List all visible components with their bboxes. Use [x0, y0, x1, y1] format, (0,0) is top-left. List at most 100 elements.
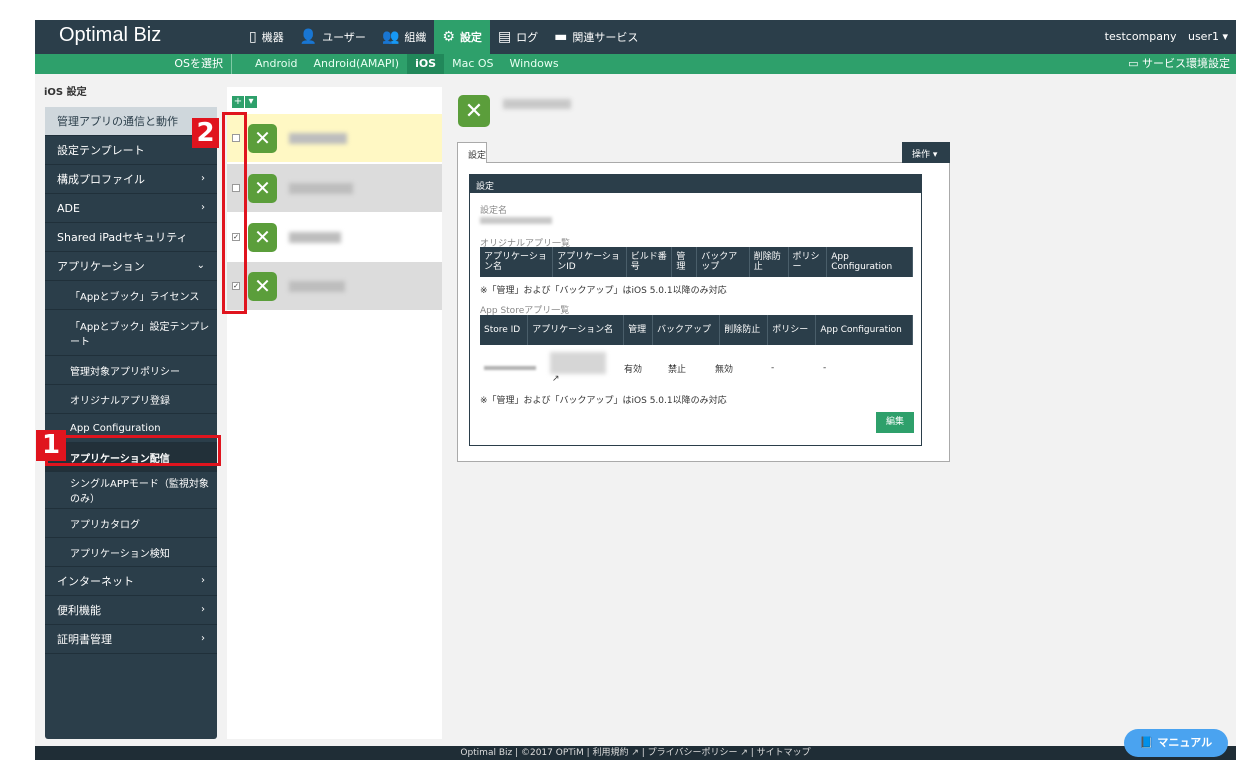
nav-item-4[interactable]: ▤ ログ	[490, 20, 546, 54]
main-nav: ▯ 機器 👤 ユーザー 👥 組織 ⚙ 設定 ▤ ログ ▬ 関連サービス	[241, 20, 646, 54]
os-select-label: OSを選択	[35, 54, 232, 74]
column-header: 削除防止	[719, 315, 769, 345]
nav-label: 関連サービス	[572, 31, 639, 44]
folder-icon: ▬	[554, 29, 568, 45]
column-header: 削除防止	[749, 247, 789, 277]
sidebar-subitem-12[interactable]: シングルAPPモード（監視対象のみ）	[45, 472, 217, 509]
page-title: iOS 設定	[44, 87, 87, 98]
policy-cell: -	[771, 363, 775, 373]
settings-sidebar: 管理アプリの通信と動作 設定テンプレート構成プロファイル › ADE › Shared i…	[45, 107, 217, 739]
settings-tool-icon: ✕	[458, 95, 490, 127]
original-apps-table: アプリケーション名 アプリケーションID ビルド番号 管理 バックアップ 削除防止 ポリシー…	[480, 247, 913, 277]
edit-button[interactable]: 編集	[876, 412, 914, 433]
column-header: ポリシー	[767, 315, 817, 345]
sidebar-subitem-13[interactable]: アプリカタログ	[45, 509, 217, 538]
annotation-box-2	[222, 112, 247, 314]
user-name[interactable]: user1 ▾	[1188, 30, 1228, 43]
service-settings-link[interactable]: ▭ サービス環境設定	[1128, 54, 1230, 74]
tab-settings[interactable]: 設定	[457, 142, 487, 163]
add-button[interactable]: +	[232, 96, 244, 108]
nav-item-1[interactable]: 👤 ユーザー	[292, 20, 374, 54]
setting-name-value	[480, 217, 552, 224]
column-header: Store ID	[480, 315, 529, 345]
column-header: アプリケーションID	[552, 247, 627, 277]
os-tab-2[interactable]: iOS	[407, 54, 445, 74]
brand-logo[interactable]: Optimal Biz	[59, 24, 161, 47]
app-config-cell: -	[823, 363, 827, 373]
nav-label: 機器	[261, 31, 284, 44]
operations-button[interactable]: 操作 ▾	[902, 142, 950, 163]
sidebar-item-5[interactable]: アプリケーション ⌄	[45, 252, 217, 281]
column-header: バックアップ	[652, 315, 721, 345]
column-header: アプリケーション名	[480, 247, 554, 277]
annotation-number-1: 1	[36, 430, 66, 461]
list-item[interactable]: ✕	[227, 164, 442, 212]
sidebar-subitem-6[interactable]: 「Appとブック」ライセンス	[45, 281, 217, 310]
sidebar-item-label: 便利機能	[57, 604, 101, 617]
store-id-cell	[480, 351, 546, 385]
add-dropdown-button[interactable]: ▾	[245, 96, 257, 108]
sidebar-item-3[interactable]: ADE ›	[45, 194, 217, 223]
sidebar-subitem-7[interactable]: 「Appとブック」設定テンプレート	[45, 310, 217, 356]
card-title: 設定	[470, 175, 921, 193]
column-header: App Configuration	[826, 247, 913, 277]
os-tabs: Android Android(AMAPI) iOS Mac OS Windows	[247, 54, 567, 74]
nav-label: 設定	[459, 31, 482, 44]
store-apps-table: Store ID アプリケーション名 管理 バックアップ 削除防止 ポリシー App Con…	[480, 315, 913, 345]
nav-item-0[interactable]: ▯ 機器	[241, 20, 292, 54]
sidebar-item-4[interactable]: Shared iPadセキュリティ	[45, 223, 217, 252]
os-tab-4[interactable]: Windows	[502, 54, 567, 74]
os-tab-1[interactable]: Android(AMAPI)	[306, 54, 408, 74]
column-header: アプリケーション名	[527, 315, 625, 345]
column-header: App Configuration	[815, 315, 913, 345]
os-subheader: OSを選択 Android Android(AMAPI) iOS Mac OS Wind…	[35, 54, 1236, 74]
os-tab-3[interactable]: Mac OS	[444, 54, 501, 74]
nav-item-3[interactable]: ⚙ 設定	[434, 20, 490, 54]
chevron-right-icon: ›	[201, 202, 205, 213]
manage-cell: 有効	[624, 364, 643, 375]
sidebar-item-15[interactable]: インターネット ›	[45, 567, 217, 596]
sidebar-item-label: 証明書管理	[57, 633, 112, 646]
store-apps-body: ↗ 有効 禁止 無効 - -	[480, 351, 913, 385]
sidebar-item-17[interactable]: 証明書管理 ›	[45, 625, 217, 654]
settings-tool-icon: ✕	[248, 222, 277, 252]
os-tab-0[interactable]: Android	[247, 54, 306, 74]
company-name: testcompany	[1104, 30, 1177, 43]
list-item[interactable]: ✓ ✕	[227, 213, 442, 261]
delete-protect-cell: 無効	[715, 364, 734, 375]
manual-button[interactable]: 📘 マニュアル	[1124, 729, 1228, 757]
sidebar-item-label: 設定テンプレート	[57, 144, 145, 157]
note-original: ※「管理」および「バックアップ」はiOS 5.0.1以降のみ対応	[480, 286, 727, 296]
column-header: ビルド番号	[626, 247, 673, 277]
external-link-icon[interactable]: ↗	[552, 374, 616, 384]
sidebar-subitem-14[interactable]: アプリケーション検知	[45, 538, 217, 567]
sidebar-item-label: インターネット	[57, 575, 134, 588]
settings-list-panel: + ▾ ✕ ✕ ✓ ✕ ✓ ✕	[227, 87, 442, 739]
chevron-right-icon: ›	[201, 173, 205, 184]
sidebar-subitem-8[interactable]: 管理対象アプリポリシー	[45, 356, 217, 385]
column-header: バックアップ	[696, 247, 750, 277]
nav-item-2[interactable]: 👥 組織	[374, 20, 434, 54]
column-header: 管理	[671, 247, 698, 277]
settings-tool-icon: ✕	[248, 123, 277, 153]
sidebar-item-16[interactable]: 便利機能 ›	[45, 596, 217, 625]
sidebar-subitem-9[interactable]: オリジナルアプリ登録	[45, 385, 217, 414]
column-header: 管理	[623, 315, 653, 345]
annotation-box-1	[45, 435, 221, 466]
sidebar-item-label: 管理アプリの通信と動作	[57, 115, 178, 128]
row-name-blurred	[289, 231, 341, 243]
nav-label: 組織	[404, 31, 427, 44]
backup-cell: 禁止	[668, 364, 687, 375]
sidebar-item-label: アプリケーション	[57, 260, 145, 273]
column-header: ポリシー	[788, 247, 828, 277]
sidebar-item-2[interactable]: 構成プロファイル ›	[45, 165, 217, 194]
list-item[interactable]: ✕	[227, 114, 442, 162]
user-menu[interactable]: testcompany user1 ▾	[1097, 30, 1228, 43]
list-item[interactable]: ✓ ✕	[227, 262, 442, 310]
sidebar-item-label: ADE	[57, 201, 80, 215]
nav-item-5[interactable]: ▬ 関連サービス	[546, 20, 646, 54]
nav-label: ログ	[516, 31, 539, 44]
setting-name-blurred	[503, 99, 571, 109]
footer: Optimal Biz | ©2017 OPTiM | 利用規約 ↗ | プライ…	[35, 746, 1236, 760]
group-icon: 👥	[381, 29, 400, 45]
